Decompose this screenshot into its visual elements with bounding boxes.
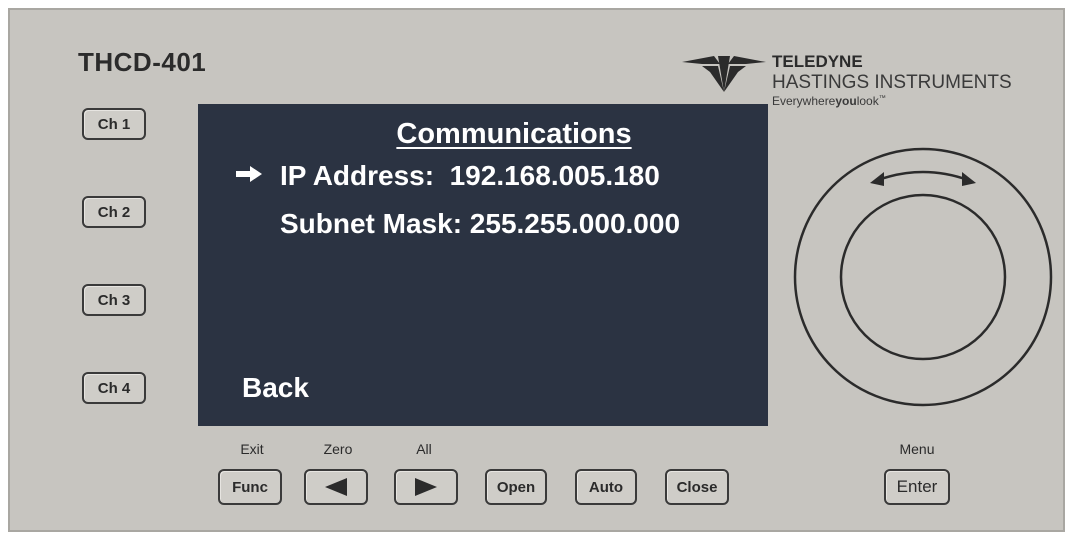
menu-label: Menu [899, 441, 935, 457]
left-button[interactable] [304, 469, 368, 505]
rotary-knob-icon[interactable] [792, 146, 1054, 408]
close-button[interactable]: Close [665, 469, 729, 505]
left-triangle-icon [325, 478, 347, 496]
lcd-screen: Communications IP Address: 192.168.005.1… [198, 104, 768, 426]
front-panel: THCD-401 TELEDYNE HASTINGS INSTRUMENTS E… [8, 8, 1065, 532]
screen-title: Communications [396, 118, 632, 150]
ch3-button[interactable]: Ch 3 [82, 284, 146, 316]
open-button[interactable]: Open [485, 469, 547, 505]
model-label: THCD-401 [78, 47, 207, 77]
func-button[interactable]: Func [218, 469, 282, 505]
teledyne-logo-icon [682, 56, 766, 92]
right-triangle-icon [415, 478, 437, 496]
auto-button[interactable]: Auto [575, 469, 637, 505]
right-arrow-icon [236, 166, 262, 182]
ch4-button[interactable]: Ch 4 [82, 372, 146, 404]
subnet-mask-row[interactable]: Subnet Mask: 255.255.000.000 [280, 208, 680, 240]
all-label: All [416, 441, 432, 457]
ip-address-row[interactable]: IP Address: 192.168.005.180 [280, 160, 660, 192]
back-item[interactable]: Back [242, 372, 309, 404]
exit-label: Exit [240, 441, 264, 457]
logo-tagline: Everywhereyoulook™ [772, 94, 886, 108]
zero-label: Zero [323, 441, 353, 457]
enter-button[interactable]: Enter [884, 469, 950, 505]
right-button[interactable] [394, 469, 458, 505]
ch2-button[interactable]: Ch 2 [82, 196, 146, 228]
logo-hastings-text: HASTINGS INSTRUMENTS [772, 72, 1012, 93]
logo-teledyne-text: TELEDYNE [772, 52, 863, 71]
ch1-button[interactable]: Ch 1 [82, 108, 146, 140]
